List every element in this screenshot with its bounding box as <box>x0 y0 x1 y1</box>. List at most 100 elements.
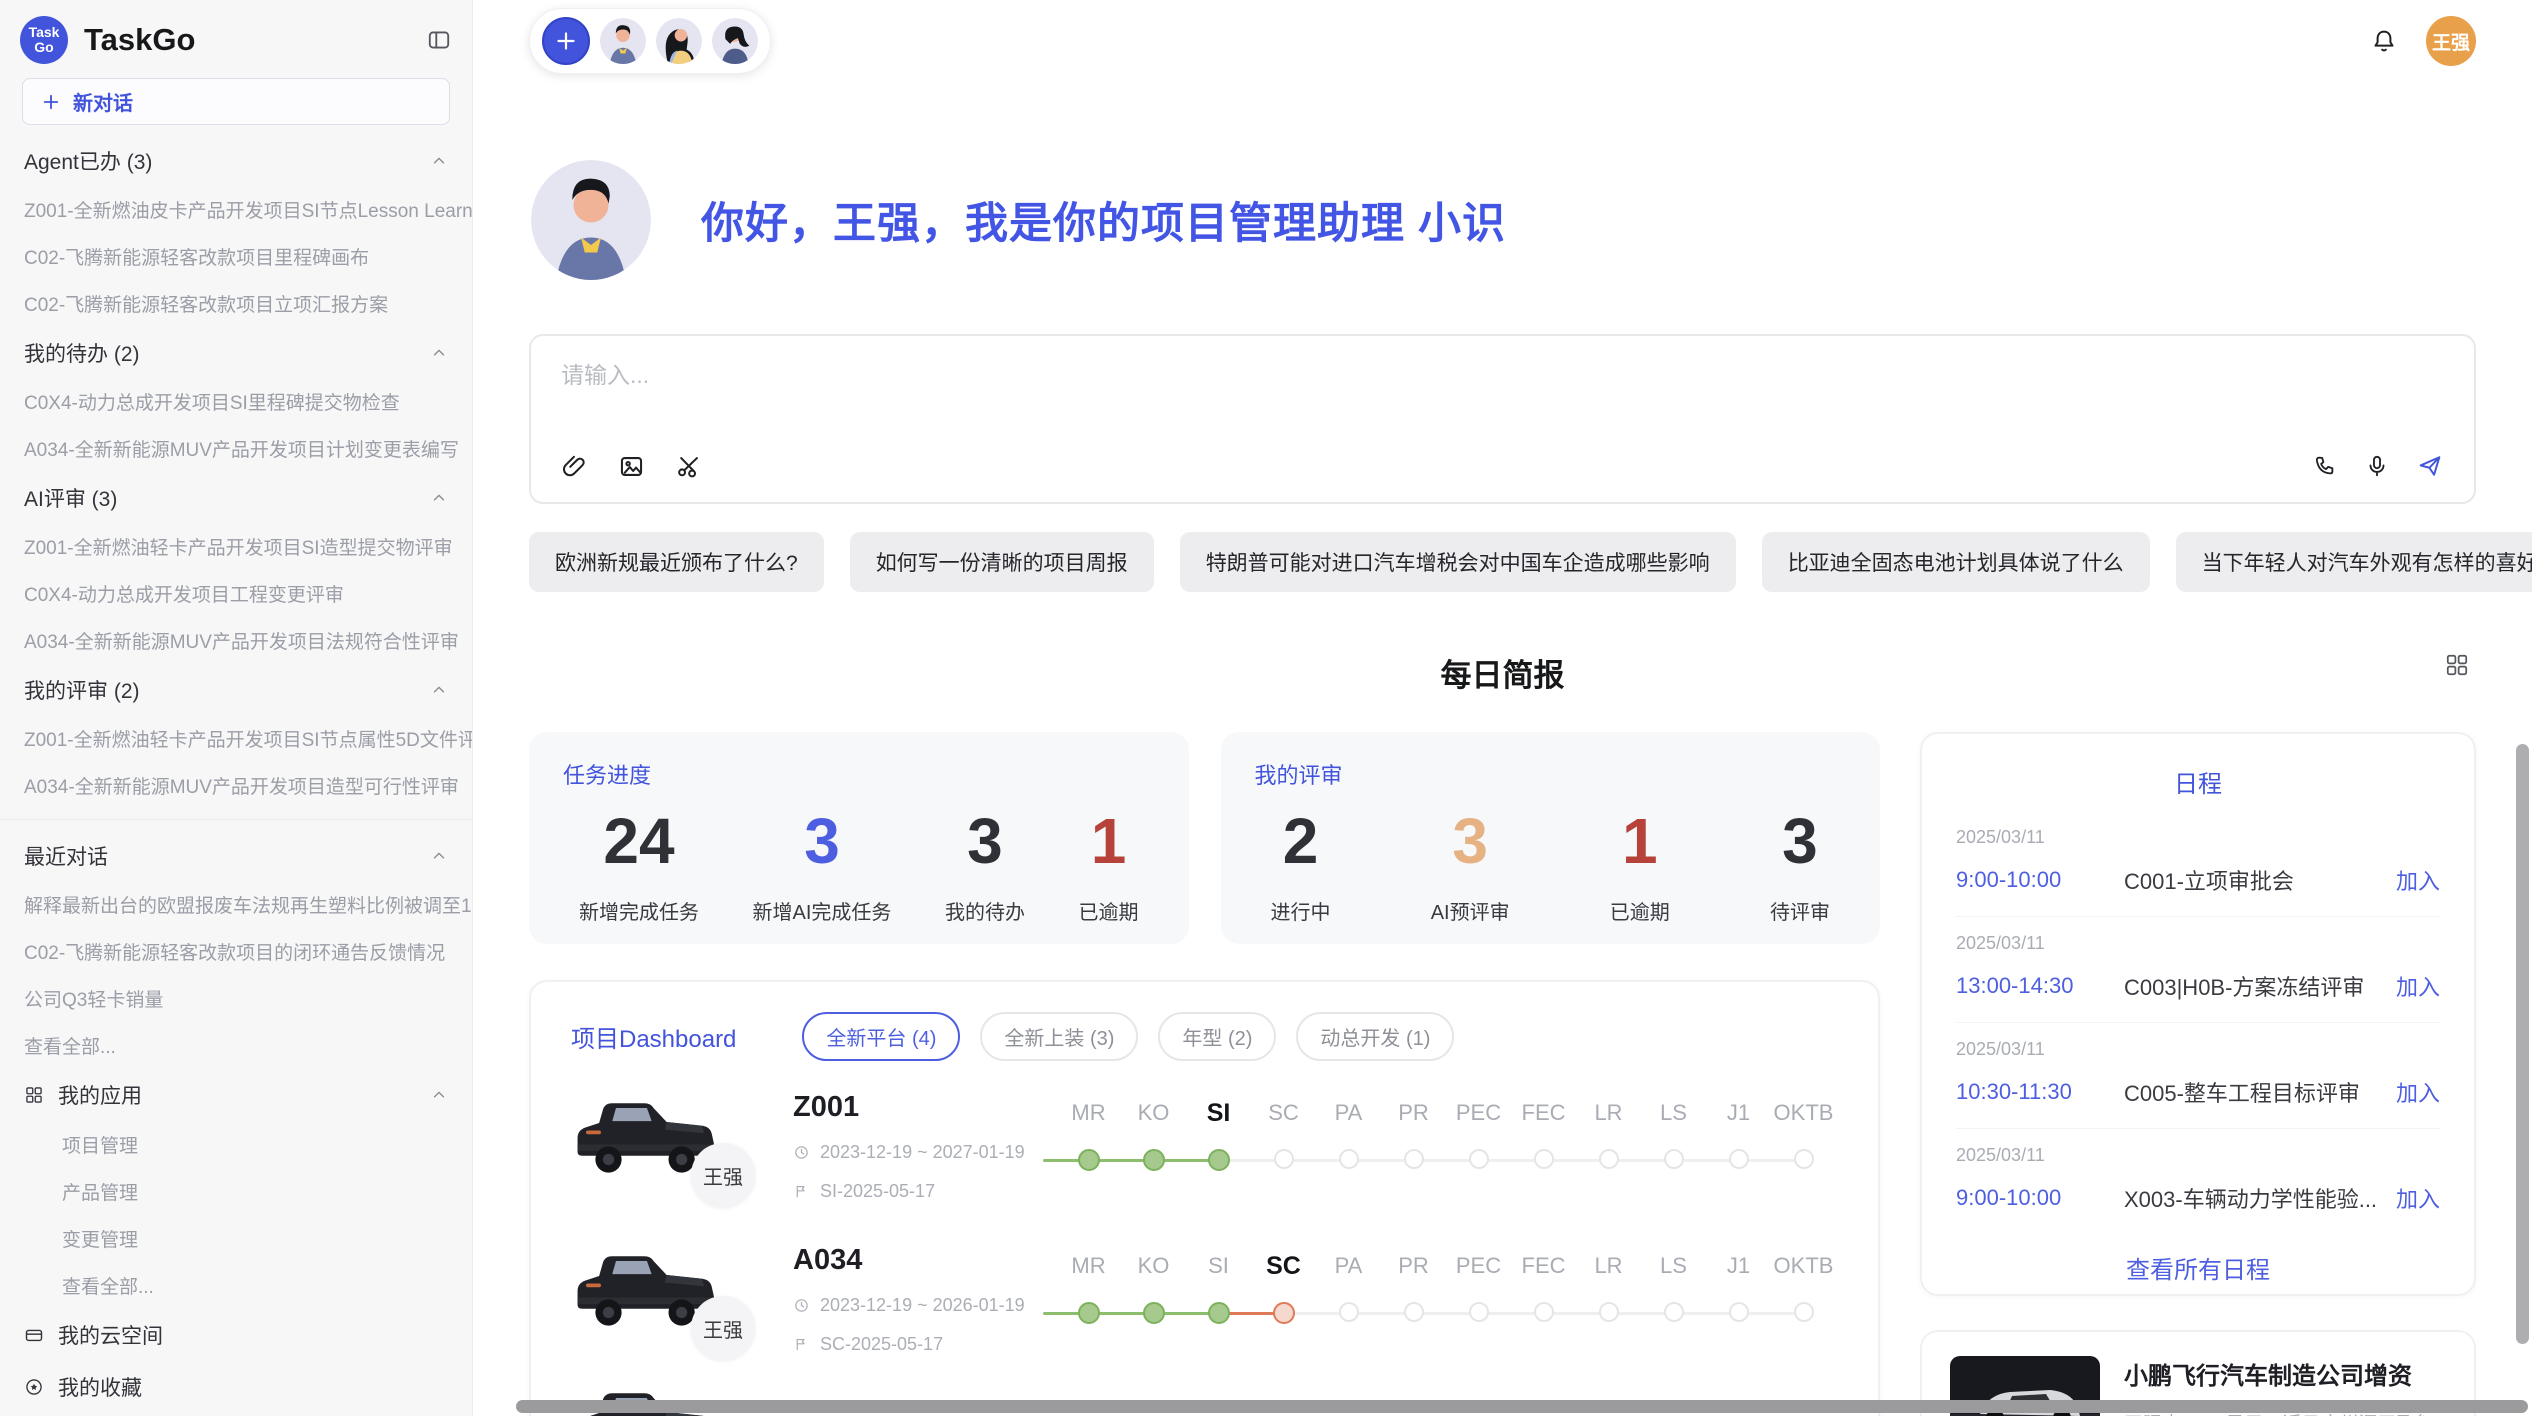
notification-bell-icon[interactable] <box>2370 27 2398 55</box>
list-item[interactable]: A034-全新新能源MUV产品开发项目造型可行性评审 <box>0 762 472 809</box>
microphone-icon[interactable] <box>2364 453 2390 479</box>
project-row-a034[interactable]: 王强 A034 2023-12-19 ~ 2026-01-19 SC-2025-… <box>571 1244 1838 1355</box>
list-item[interactable]: C0X4-动力总成开发项目SI里程碑提交物检查 <box>0 378 472 425</box>
schedule-card: 日程 2025/03/11 9:00-10:00 C001-立项审批会 加入 2… <box>1920 732 2476 1296</box>
event-name: X003-车辆动力学性能验... <box>2124 1182 2396 1214</box>
tab-new-body[interactable]: 全新上装 (3) <box>980 1012 1138 1061</box>
metric-label: 新增AI完成任务 <box>753 896 892 925</box>
metric-value: 3 <box>945 798 1025 884</box>
milestone-dot <box>1534 1149 1554 1169</box>
sidebar-item-my-apps[interactable]: 我的应用 <box>0 1069 472 1121</box>
suggestion-chip[interactable]: 当下年轻人对汽车外观有怎样的喜好趋势 <box>2176 532 2532 592</box>
view-all-apps[interactable]: 查看全部... <box>0 1262 472 1309</box>
metric-overdue[interactable]: 1 已逾期 <box>1610 798 1670 925</box>
suggestion-chip[interactable]: 如何写一份清晰的项目周报 <box>850 532 1154 592</box>
sidebar-item-product-mgmt[interactable]: 产品管理 <box>0 1168 472 1215</box>
metric-my-todo[interactable]: 3 我的待办 <box>945 798 1025 925</box>
list-item[interactable]: Z001-全新燃油轻卡产品开发项目SI造型提交物评审 <box>0 523 472 570</box>
view-all-schedule-link[interactable]: 查看所有日程 <box>1956 1250 2440 1285</box>
project-name: A034 <box>793 1244 1043 1277</box>
scissors-icon[interactable] <box>675 453 702 480</box>
join-link[interactable]: 加入 <box>2396 1182 2440 1214</box>
chat-input[interactable] <box>561 362 1691 389</box>
chevron-up-icon[interactable] <box>430 681 448 699</box>
paperclip-icon[interactable] <box>561 453 588 480</box>
view-all-chats[interactable]: 查看全部... <box>0 1022 472 1069</box>
list-item[interactable]: C02-飞腾新能源轻客改款项目里程碑画布 <box>0 233 472 280</box>
add-agent-button[interactable] <box>542 17 590 65</box>
metric-value: 3 <box>1431 798 1510 884</box>
join-link[interactable]: 加入 <box>2396 1076 2440 1108</box>
list-item[interactable]: 公司Q3轻卡销量 <box>0 975 472 1022</box>
metric-pending-review[interactable]: 3 待评审 <box>1770 798 1830 925</box>
send-icon[interactable] <box>2416 452 2444 480</box>
project-row-z001[interactable]: 王强 Z001 2023-12-19 ~ 2027-01-19 SI-2025-… <box>571 1091 1838 1202</box>
new-chat-button[interactable]: 新对话 <box>22 78 450 125</box>
event-name: C005-整车工程目标评审 <box>2124 1076 2396 1108</box>
news-title: 小鹏飞行汽车制造公司增资 <box>2124 1356 2424 1391</box>
tab-all-new-platform[interactable]: 全新平台 (4) <box>802 1012 960 1061</box>
sidebar-item-change-mgmt[interactable]: 变更管理 <box>0 1215 472 1262</box>
tab-year-model[interactable]: 年型 (2) <box>1158 1012 1276 1061</box>
chevron-up-icon[interactable] <box>430 344 448 362</box>
list-item[interactable]: C02-飞腾新能源轻客改款项目立项汇报方案 <box>0 280 472 327</box>
chevron-up-icon[interactable] <box>430 1086 448 1104</box>
milestone-j1: J1 <box>1706 1244 1771 1355</box>
list-item[interactable]: 解释最新出台的欧盟报废车法规再生塑料比例被调至15%... <box>0 881 472 928</box>
suggestion-chip[interactable]: 特朗普可能对进口汽车增税会对中国车企造成哪些影响 <box>1180 532 1736 592</box>
sidebar-item-project-mgmt[interactable]: 项目管理 <box>0 1121 472 1168</box>
chevron-up-icon[interactable] <box>430 152 448 170</box>
card-title: 我的评审 <box>1255 758 1847 790</box>
project-dates: 2023-12-19 ~ 2027-01-19 <box>793 1142 1043 1163</box>
tab-powertrain[interactable]: 动总开发 (1) <box>1296 1012 1454 1061</box>
section-my-todo[interactable]: 我的待办 (2) <box>0 327 472 378</box>
list-item[interactable]: C0X4-动力总成开发项目工程变更评审 <box>0 570 472 617</box>
list-item[interactable]: Z001-全新燃油皮卡产品开发项目SI节点Lesson Learn报告 <box>0 186 472 233</box>
list-item[interactable]: A034-全新新能源MUV产品开发项目法规符合性评审 <box>0 617 472 664</box>
milestone-j1: J1 <box>1706 1091 1771 1202</box>
horizontal-scrollbar[interactable] <box>516 1400 2528 1413</box>
milestone-dot <box>1143 1302 1165 1324</box>
section-recent-chats[interactable]: 最近对话 <box>0 830 472 881</box>
list-item[interactable]: C02-飞腾新能源轻客改款项目的闭环通告反馈情况 <box>0 928 472 975</box>
sidebar-item-favorites[interactable]: 我的收藏 <box>0 1361 472 1413</box>
section-agent-done[interactable]: Agent已办 (3) <box>0 135 472 186</box>
metrics: 24 新增完成任务 3 新增AI完成任务 3 我的待办 <box>563 798 1155 925</box>
chevron-up-icon[interactable] <box>430 847 448 865</box>
phone-call-icon[interactable] <box>2312 453 2338 479</box>
section-my-review[interactable]: 我的评审 (2) <box>0 664 472 715</box>
milestone-oktb: OKTB <box>1771 1244 1836 1355</box>
suggestion-chip[interactable]: 比亚迪全固态电池计划具体说了什么 <box>1762 532 2150 592</box>
metric-ai-prereview[interactable]: 3 AI预评审 <box>1431 798 1510 925</box>
sidebar-collapse-icon[interactable] <box>426 27 452 53</box>
avatar[interactable] <box>712 18 758 64</box>
join-link[interactable]: 加入 <box>2396 970 2440 1002</box>
metric-new-done[interactable]: 24 新增完成任务 <box>579 798 699 925</box>
app-title: TaskGo <box>84 22 426 58</box>
section-ai-review[interactable]: AI评审 (3) <box>0 472 472 523</box>
chevron-up-icon[interactable] <box>430 489 448 507</box>
app-logo: Task Go <box>20 16 68 64</box>
suggestion-chip[interactable]: 欧洲新规最近颁布了什么? <box>529 532 824 592</box>
milestone-dot <box>1664 1149 1684 1169</box>
avatar[interactable] <box>600 18 646 64</box>
image-upload-icon[interactable] <box>618 453 645 480</box>
metric-overdue[interactable]: 1 已逾期 <box>1079 798 1139 925</box>
list-item[interactable]: Z001-全新燃油轻卡产品开发项目SI节点属性5D文件评审 <box>0 715 472 762</box>
user-avatar[interactable]: 王强 <box>2426 16 2476 66</box>
list-item[interactable]: A034-全新新能源MUV产品开发项目计划变更表编写 <box>0 425 472 472</box>
clock-icon <box>793 1297 810 1314</box>
vertical-scrollbar[interactable] <box>2516 744 2529 1344</box>
sidebar-item-cloud-space[interactable]: 我的云空间 <box>0 1309 472 1361</box>
join-link[interactable]: 加入 <box>2396 864 2440 896</box>
chat-input-box[interactable] <box>529 334 2476 504</box>
layout-grid-icon[interactable] <box>2444 652 2470 678</box>
event-row: 13:00-14:30 C003|H0B-方案冻结评审 加入 <box>1956 970 2440 1002</box>
avatar[interactable] <box>656 18 702 64</box>
event-date: 2025/03/11 <box>1956 933 2440 954</box>
agent-avatar-group <box>529 8 771 74</box>
metric-in-progress[interactable]: 2 进行中 <box>1271 798 1331 925</box>
milestone-pec: PEC <box>1446 1244 1511 1355</box>
metric-new-ai-done[interactable]: 3 新增AI完成任务 <box>753 798 892 925</box>
sidebar-item-label: 我的收藏 <box>58 1372 142 1402</box>
